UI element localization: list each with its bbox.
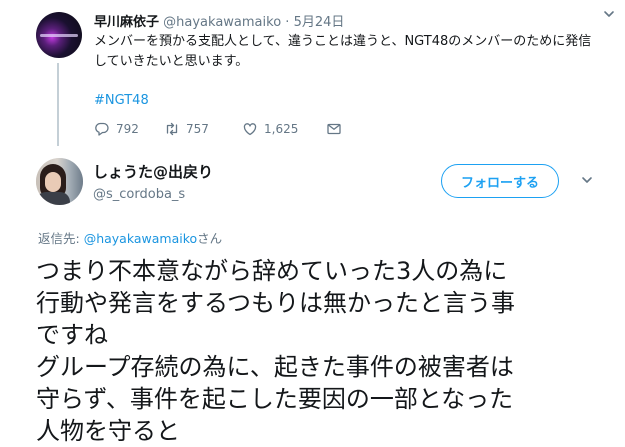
display-name[interactable]: しょうた@出戻り (93, 161, 213, 182)
like-button[interactable]: 1,625 (242, 121, 326, 137)
display-name[interactable]: 早川麻依子 (94, 15, 159, 30)
thread-connector (57, 63, 59, 146)
handle[interactable]: @s_cordoba_s (93, 187, 185, 202)
mention-link[interactable]: @hayakawamaiko (84, 231, 197, 246)
reply-icon (95, 122, 109, 136)
reply-button[interactable]: 792 (94, 121, 164, 137)
retweet-button[interactable]: 757 (164, 121, 242, 137)
retweet-count: 757 (186, 122, 209, 136)
direct-message-icon (327, 123, 341, 135)
reply-count: 792 (116, 122, 139, 136)
replying-to: 返信先: @hayakawamaikoさん (38, 228, 222, 247)
direct-message-button[interactable] (326, 121, 342, 137)
like-count: 1,625 (264, 122, 299, 136)
parent-tweet-text: メンバーを預かる支配人として、違うことは違うと、NGT48のメンバーのために発信… (94, 34, 592, 69)
hashtag-link[interactable]: #NGT48 (94, 93, 149, 108)
replying-to-prefix: 返信先: (38, 231, 84, 246)
follow-button[interactable]: フォローする (441, 164, 559, 198)
timestamp[interactable]: 5月24日 (294, 15, 345, 30)
handle[interactable]: @hayakawamaiko (163, 15, 281, 30)
chevron-down-icon[interactable] (581, 174, 593, 190)
chevron-down-icon[interactable] (603, 8, 615, 24)
separator: · (285, 15, 290, 30)
like-icon (243, 123, 257, 136)
retweet-icon (166, 122, 178, 136)
reply-tweet-text: つまり不本意ながら辞めていった3人の為に 行動や発言をするつもりは無かったと言う… (36, 257, 516, 445)
parent-tweet-header: 早川麻依子 @hayakawamaiko · 5月24日 (94, 11, 344, 30)
replying-to-suffix: さん (197, 231, 223, 246)
avatar[interactable] (36, 12, 82, 58)
avatar[interactable] (36, 158, 83, 205)
tweet-actions: 792 757 1,625 (94, 120, 342, 138)
